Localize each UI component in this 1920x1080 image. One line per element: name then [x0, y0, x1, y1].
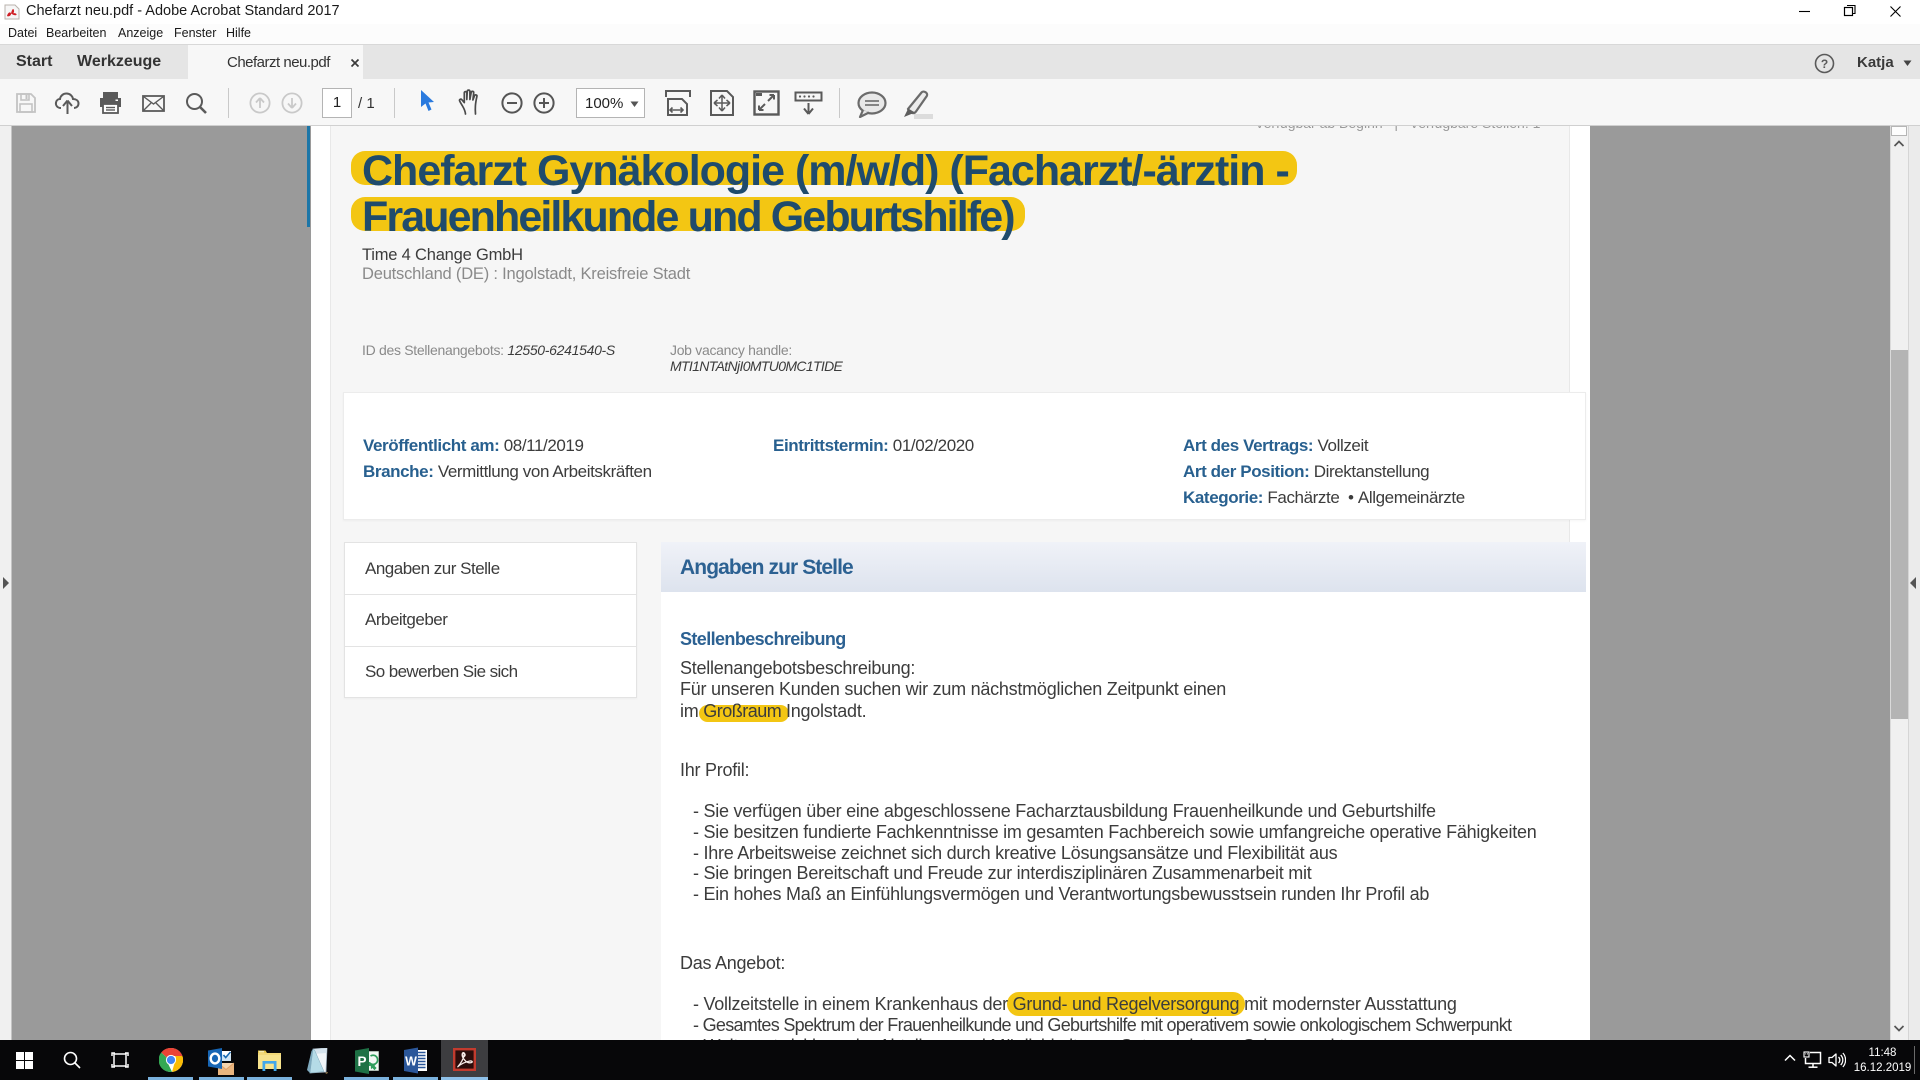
- svg-text:W: W: [405, 1055, 417, 1069]
- svg-text:?: ?: [1821, 57, 1828, 71]
- svg-text:P: P: [357, 1054, 366, 1069]
